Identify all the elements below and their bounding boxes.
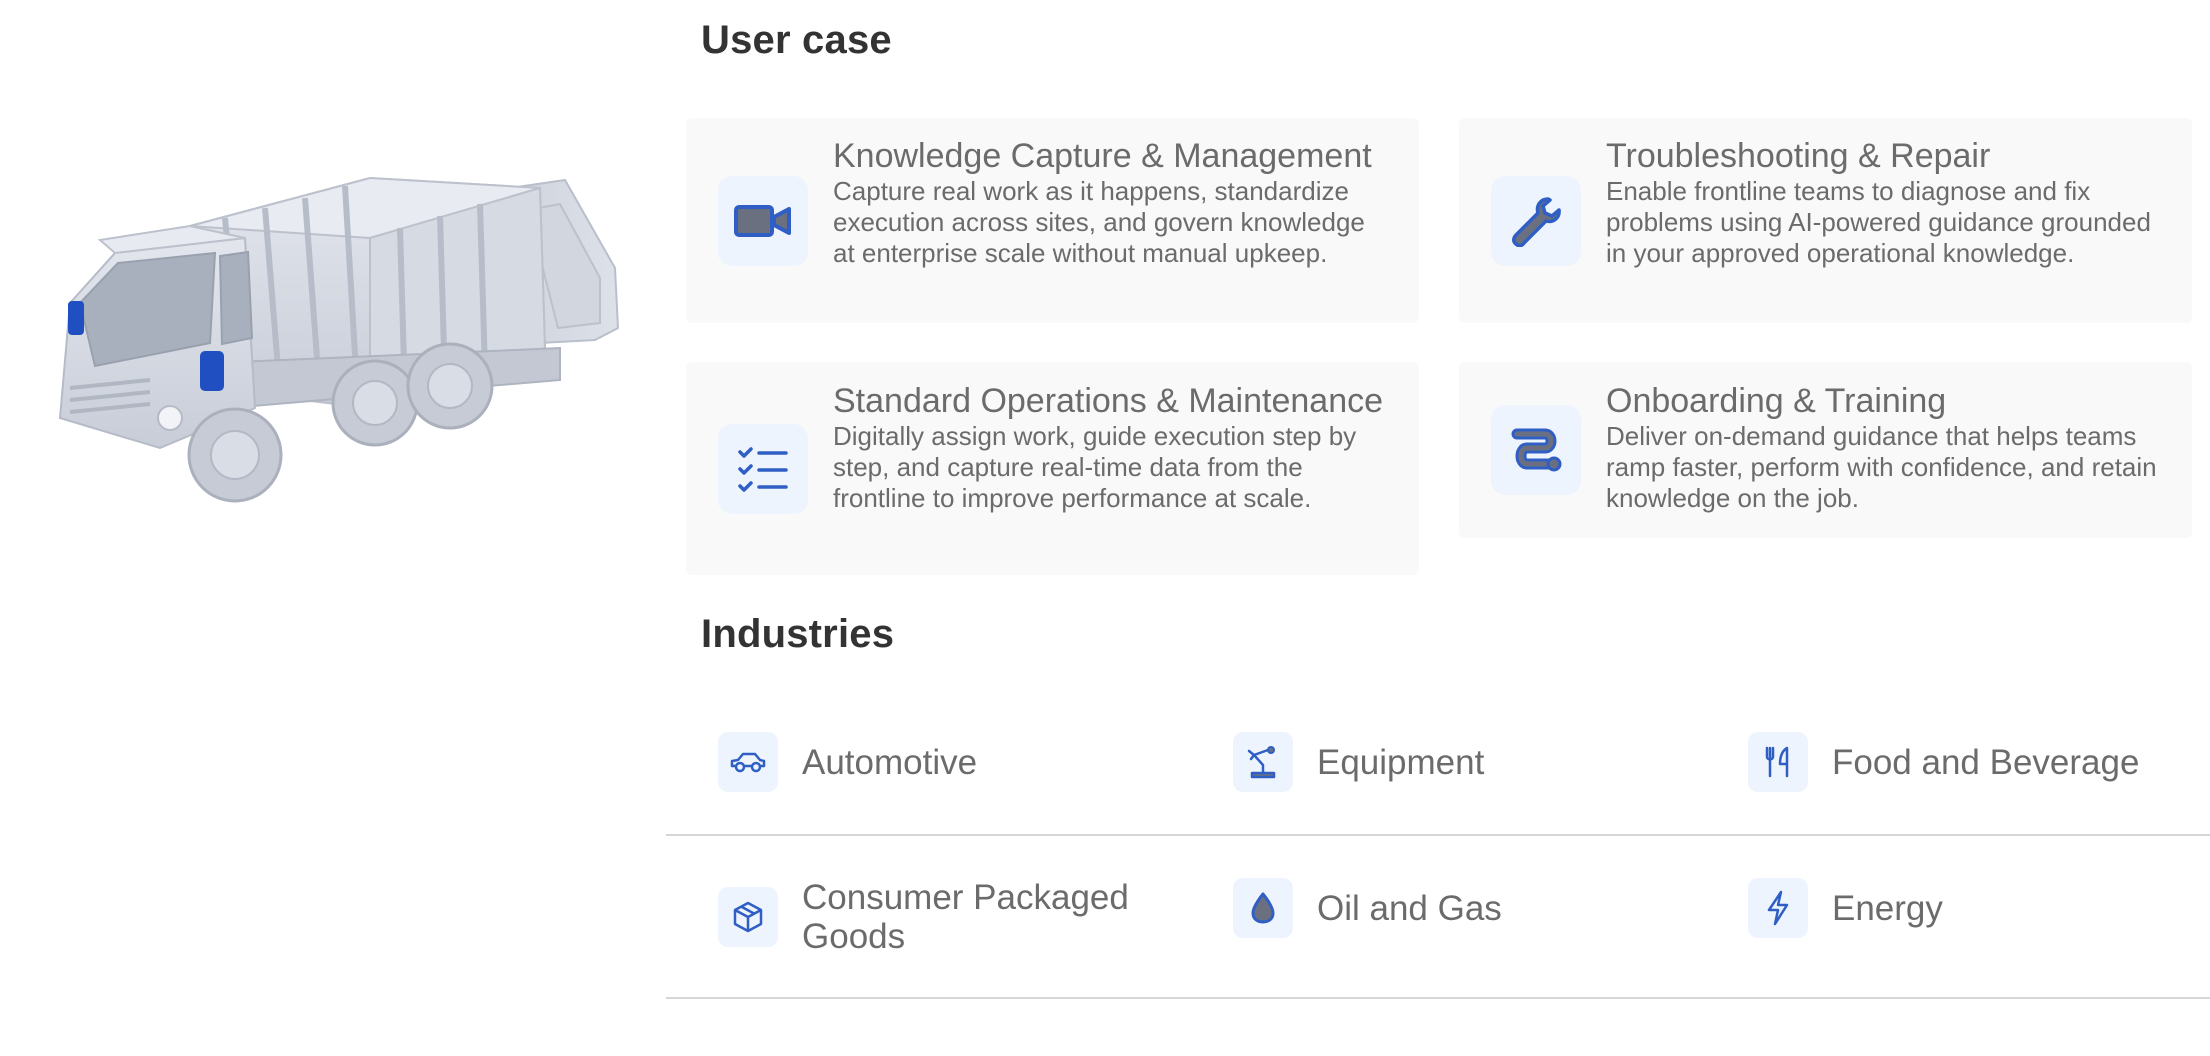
industry-label: Food and Beverage [1832,742,2140,782]
card-title: Troubleshooting & Repair [1606,137,1991,175]
wrench-icon [1491,176,1581,266]
industry-item-consumer-packaged-goods[interactable]: Consumer Packaged Goods [718,878,1142,956]
fork-knife-icon [1748,732,1808,792]
lightning-bolt-icon [1748,878,1808,938]
robot-arm-icon [1233,732,1293,792]
card-description: Capture real work as it happens, standar… [833,176,1365,268]
industry-label: Consumer Packaged Goods [802,878,1129,956]
industry-item-food-and-beverage[interactable]: Food and Beverage [1748,732,2139,792]
card-description: Deliver on-demand guidance that helps te… [1606,421,2157,513]
card-title: Onboarding & Training [1606,382,1947,420]
industries-bottom-divider [666,997,2210,999]
car-icon [718,732,778,792]
industries-heading: Industries [701,612,895,656]
package-box-icon [718,887,778,947]
oil-drop-icon [1233,878,1293,938]
industry-label: Oil and Gas [1317,888,1502,928]
video-camera-icon [718,176,808,266]
checklist-icon [718,424,808,514]
card-description: Enable frontline teams to diagnose and f… [1606,176,2151,268]
card-title: Knowledge Capture & Management [833,137,1372,175]
route-icon [1491,405,1581,495]
use-case-card-troubleshooting[interactable]: Troubleshooting & Repair Enable frontlin… [1459,118,2192,323]
industry-label: Equipment [1317,742,1485,782]
garbage-truck-illustration [40,118,630,538]
card-description: Digitally assign work, guide execution s… [833,421,1357,513]
card-title: Standard Operations & Maintenance [833,382,1384,420]
industry-item-oil-and-gas[interactable]: Oil and Gas [1233,878,1502,938]
industry-item-equipment[interactable]: Equipment [1233,732,1484,792]
industries-row-divider [666,834,2210,836]
industry-label: Energy [1832,888,1943,928]
industry-item-automotive[interactable]: Automotive [718,732,977,792]
use-case-card-knowledge-capture[interactable]: Knowledge Capture & Management Capture r… [686,118,1419,323]
industry-label: Automotive [802,742,978,782]
use-case-heading: User case [701,18,892,62]
use-case-card-standard-operations[interactable]: Standard Operations & Maintenance Digita… [686,362,1419,575]
industry-item-energy[interactable]: Energy [1748,878,1943,938]
use-case-card-onboarding[interactable]: Onboarding & Training Deliver on-demand … [1459,362,2192,538]
